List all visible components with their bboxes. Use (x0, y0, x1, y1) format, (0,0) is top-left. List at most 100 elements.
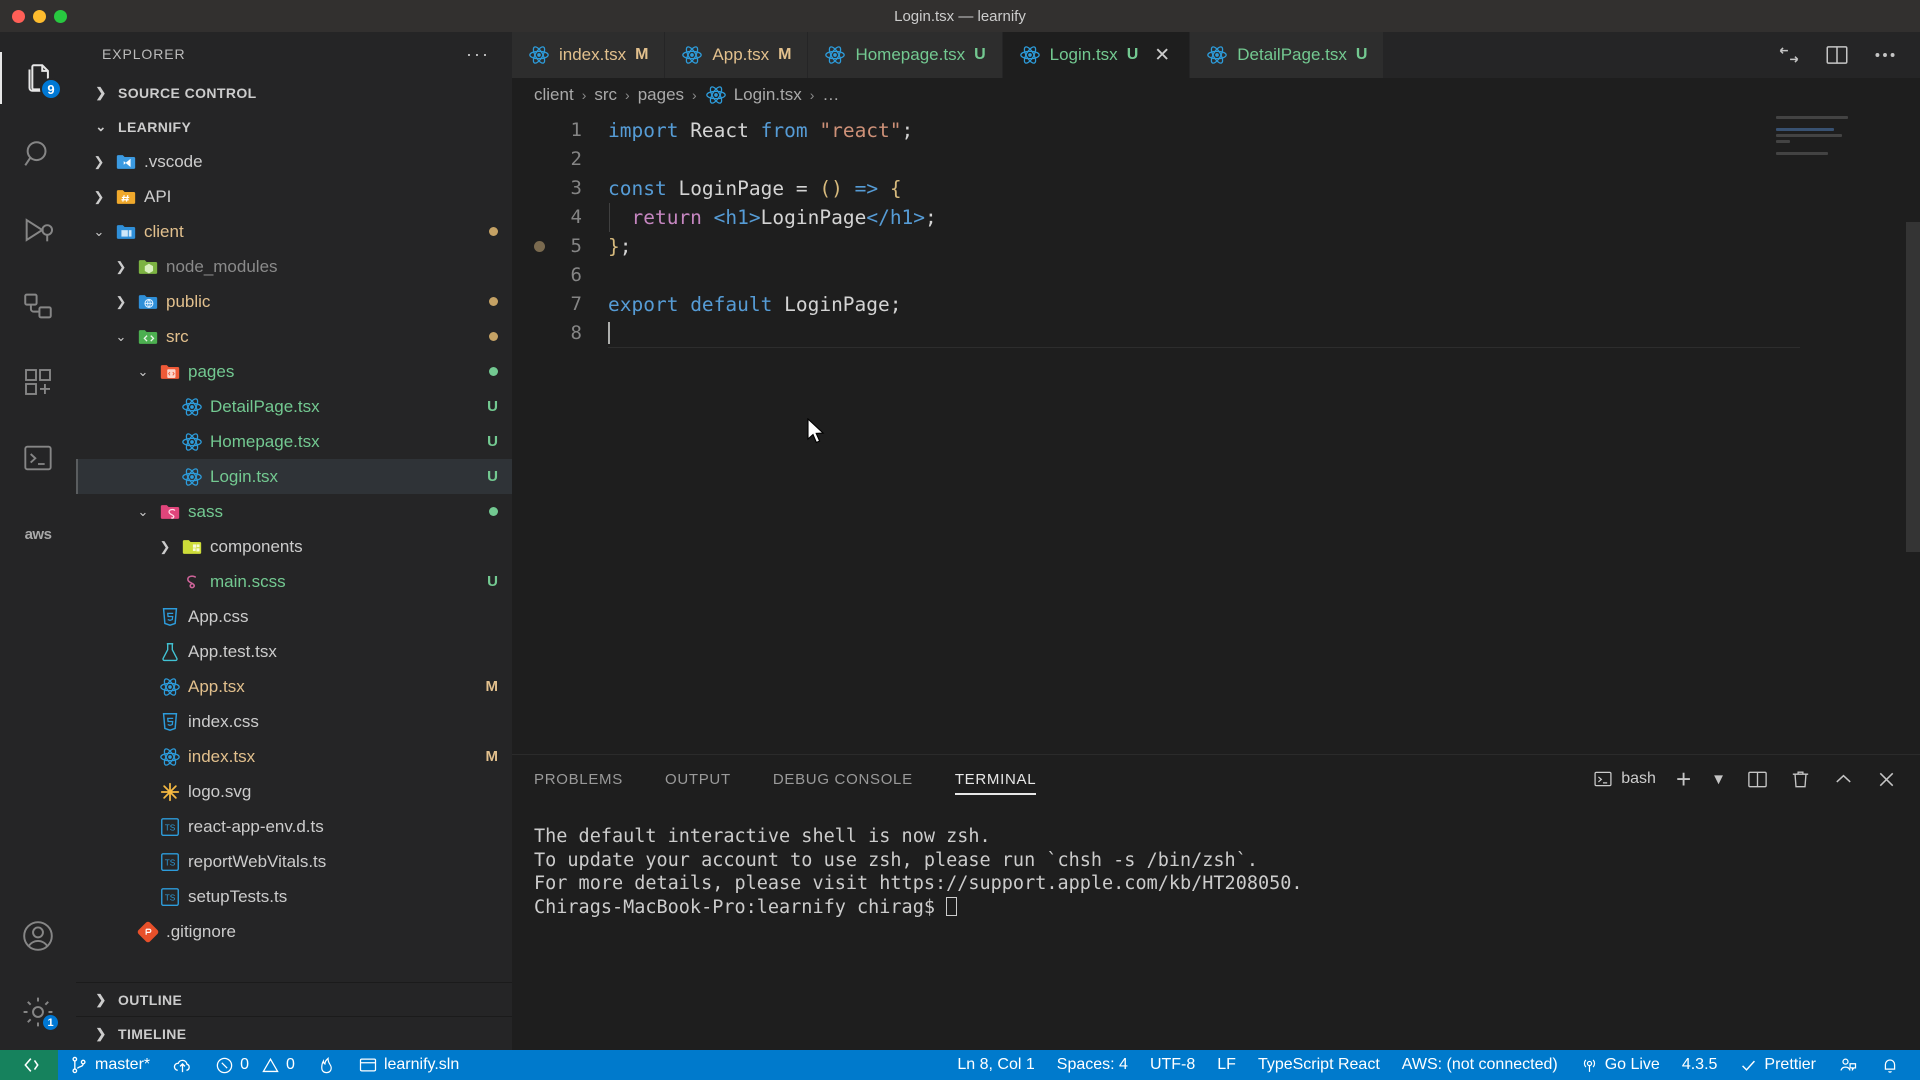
new-terminal-icon[interactable]: + (1676, 766, 1691, 792)
activity-source-control[interactable] (0, 268, 76, 344)
status-eol[interactable]: LF (1206, 1050, 1247, 1080)
tree-item-detailpage-tsx[interactable]: DetailPage.tsx U (76, 389, 512, 424)
tree-item-reportwebvitals-ts[interactable]: TS reportWebVitals.ts (76, 844, 512, 879)
status-remote-window[interactable] (0, 1050, 58, 1080)
tree-item-client[interactable]: ⌄ client (76, 214, 512, 249)
terminal-output[interactable]: The default interactive shell is now zsh… (512, 803, 1920, 1050)
breadcrumb-item[interactable]: pages (638, 85, 684, 105)
breadcrumb-item[interactable]: … (822, 85, 839, 105)
status-go-live[interactable]: Go Live (1569, 1050, 1671, 1080)
sidebar-section-source-control[interactable]: ❯ SOURCE CONTROL (76, 76, 512, 110)
tree-item--vscode[interactable]: ❯ .vscode (76, 144, 512, 179)
status-version[interactable]: 4.3.5 (1671, 1050, 1729, 1080)
code-line[interactable]: import React from "react"; (608, 116, 1920, 145)
status-branch[interactable]: master* (58, 1050, 161, 1080)
tree-item-components[interactable]: ❯ components (76, 529, 512, 564)
split-terminal-icon[interactable] (1746, 768, 1769, 791)
status-flame[interactable] (306, 1050, 347, 1080)
tree-item--gitignore[interactable]: .gitignore (76, 914, 512, 949)
tree-item-react-app-env-d-ts[interactable]: TS react-app-env.d.ts (76, 809, 512, 844)
more-actions-icon[interactable] (1872, 42, 1898, 68)
tree-item-app-css[interactable]: App.css (76, 599, 512, 634)
status-aws-connection[interactable]: AWS: (not connected) (1391, 1050, 1569, 1080)
terminal-dropdown-icon[interactable]: ▼ (1711, 771, 1726, 788)
close-panel-icon[interactable] (1875, 768, 1898, 791)
close-window-button[interactable] (12, 9, 25, 23)
status-prettier[interactable]: Prettier (1728, 1050, 1827, 1080)
code-line[interactable] (608, 261, 1920, 290)
window-controls[interactable] (0, 9, 67, 23)
close-tab-icon[interactable]: ✕ (1151, 44, 1173, 67)
tree-item-index-tsx[interactable]: index.tsx M (76, 739, 512, 774)
tree-item-setuptests-ts[interactable]: TS setupTests.ts (76, 879, 512, 914)
breadcrumb-item[interactable]: src (594, 85, 617, 105)
maximize-panel-icon[interactable] (1832, 768, 1855, 791)
editor-tab-app-tsx[interactable]: App.tsx M (665, 32, 809, 78)
split-editor-orientation-icon[interactable] (1776, 42, 1802, 68)
line-number: 6 (570, 264, 582, 286)
editor-tab-detailpage-tsx[interactable]: DetailPage.tsx U (1190, 32, 1385, 78)
tree-item-public[interactable]: ❯ public (76, 284, 512, 319)
typescript-icon: TS (159, 816, 181, 838)
activity-remote[interactable] (0, 420, 76, 496)
status-language-mode[interactable]: TypeScript React (1247, 1050, 1391, 1080)
panel-tab-debug-console[interactable]: DEBUG CONSOLE (773, 755, 913, 803)
tree-item-pages[interactable]: ⌄ pages (76, 354, 512, 389)
sidebar-section-timeline[interactable]: ❯ TIMELINE (76, 1016, 512, 1050)
panel-tab-output[interactable]: OUTPUT (665, 755, 731, 803)
tree-item-api[interactable]: ❯ API (76, 179, 512, 214)
activity-accounts[interactable] (0, 898, 76, 974)
code-line[interactable]: const LoginPage = () => { (608, 174, 1920, 203)
code-content[interactable]: import React from "react"; const LoginPag… (608, 112, 1920, 754)
minimap[interactable] (1776, 116, 1906, 176)
code-line[interactable]: return <h1>LoginPage</h1>; (608, 203, 1920, 232)
status-sync[interactable] (161, 1050, 204, 1080)
status-problems[interactable]: 0 0 (204, 1050, 306, 1080)
status-cursor-position[interactable]: Ln 8, Col 1 (946, 1050, 1045, 1080)
tree-item-main-scss[interactable]: main.scss U (76, 564, 512, 599)
tree-item-app-test-tsx[interactable]: App.test.tsx (76, 634, 512, 669)
tree-item-login-tsx[interactable]: Login.tsx U (76, 459, 512, 494)
breadcrumb-item[interactable]: client (534, 85, 574, 105)
code-editor[interactable]: 1 2 3 4 5 6 7 8 import React from "react"; const… (512, 112, 1920, 754)
tree-item-logo-svg[interactable]: logo.svg (76, 774, 512, 809)
tree-item-src[interactable]: ⌄ src (76, 319, 512, 354)
split-editor-icon[interactable] (1824, 42, 1850, 68)
sidebar-section-learnify[interactable]: ⌄ LEARNIFY (76, 110, 512, 144)
breadcrumb[interactable]: client › src › pages › Login.tsx ›… (512, 78, 1920, 112)
activity-run-debug[interactable] (0, 192, 76, 268)
tree-item-index-css[interactable]: index.css (76, 704, 512, 739)
sidebar-more-actions-icon[interactable]: ··· (466, 44, 490, 65)
status-solution[interactable]: learnify.sln (347, 1050, 470, 1080)
editor-scrollbar[interactable] (1906, 222, 1920, 552)
status-encoding[interactable]: UTF-8 (1139, 1050, 1206, 1080)
breadcrumb-item-file[interactable]: Login.tsx (705, 84, 802, 106)
tree-item-homepage-tsx[interactable]: Homepage.tsx U (76, 424, 512, 459)
editor-tab-index-tsx[interactable]: index.tsx M (512, 32, 666, 78)
panel-tab-problems[interactable]: PROBLEMS (534, 755, 623, 803)
terminal-shell-selector[interactable]: bash (1593, 769, 1656, 789)
activity-search[interactable] (0, 116, 76, 192)
status-indentation[interactable]: Spaces: 4 (1046, 1050, 1139, 1080)
editor-tab-login-tsx[interactable]: Login.tsx U ✕ (1002, 32, 1191, 78)
activity-explorer[interactable]: 9 (0, 40, 76, 116)
code-line[interactable] (608, 319, 1920, 348)
file-tree[interactable]: ❯ .vscode ❯ API ⌄ client ❯ node_modules ❯ pu… (76, 144, 512, 982)
code-line[interactable] (608, 145, 1920, 174)
activity-manage[interactable]: 1 (0, 974, 76, 1050)
minimize-window-button[interactable] (33, 9, 46, 23)
status-live-share[interactable] (1827, 1050, 1869, 1080)
tree-item-app-tsx[interactable]: App.tsx M (76, 669, 512, 704)
editor-tab-homepage-tsx[interactable]: Homepage.tsx U (808, 32, 1003, 78)
sidebar-section-outline[interactable]: ❯ OUTLINE (76, 982, 512, 1016)
code-line[interactable]: }; (608, 232, 1920, 261)
tree-item-node-modules[interactable]: ❯ node_modules (76, 249, 512, 284)
code-line[interactable]: export default LoginPage; (608, 290, 1920, 319)
kill-terminal-icon[interactable] (1789, 768, 1812, 791)
activity-extensions[interactable] (0, 344, 76, 420)
panel-tab-terminal[interactable]: TERMINAL (954, 755, 1037, 803)
activity-aws[interactable]: aws (0, 496, 76, 572)
tree-item-sass[interactable]: ⌄ sass (76, 494, 512, 529)
status-notifications[interactable] (1869, 1050, 1920, 1080)
maximize-window-button[interactable] (54, 9, 67, 23)
